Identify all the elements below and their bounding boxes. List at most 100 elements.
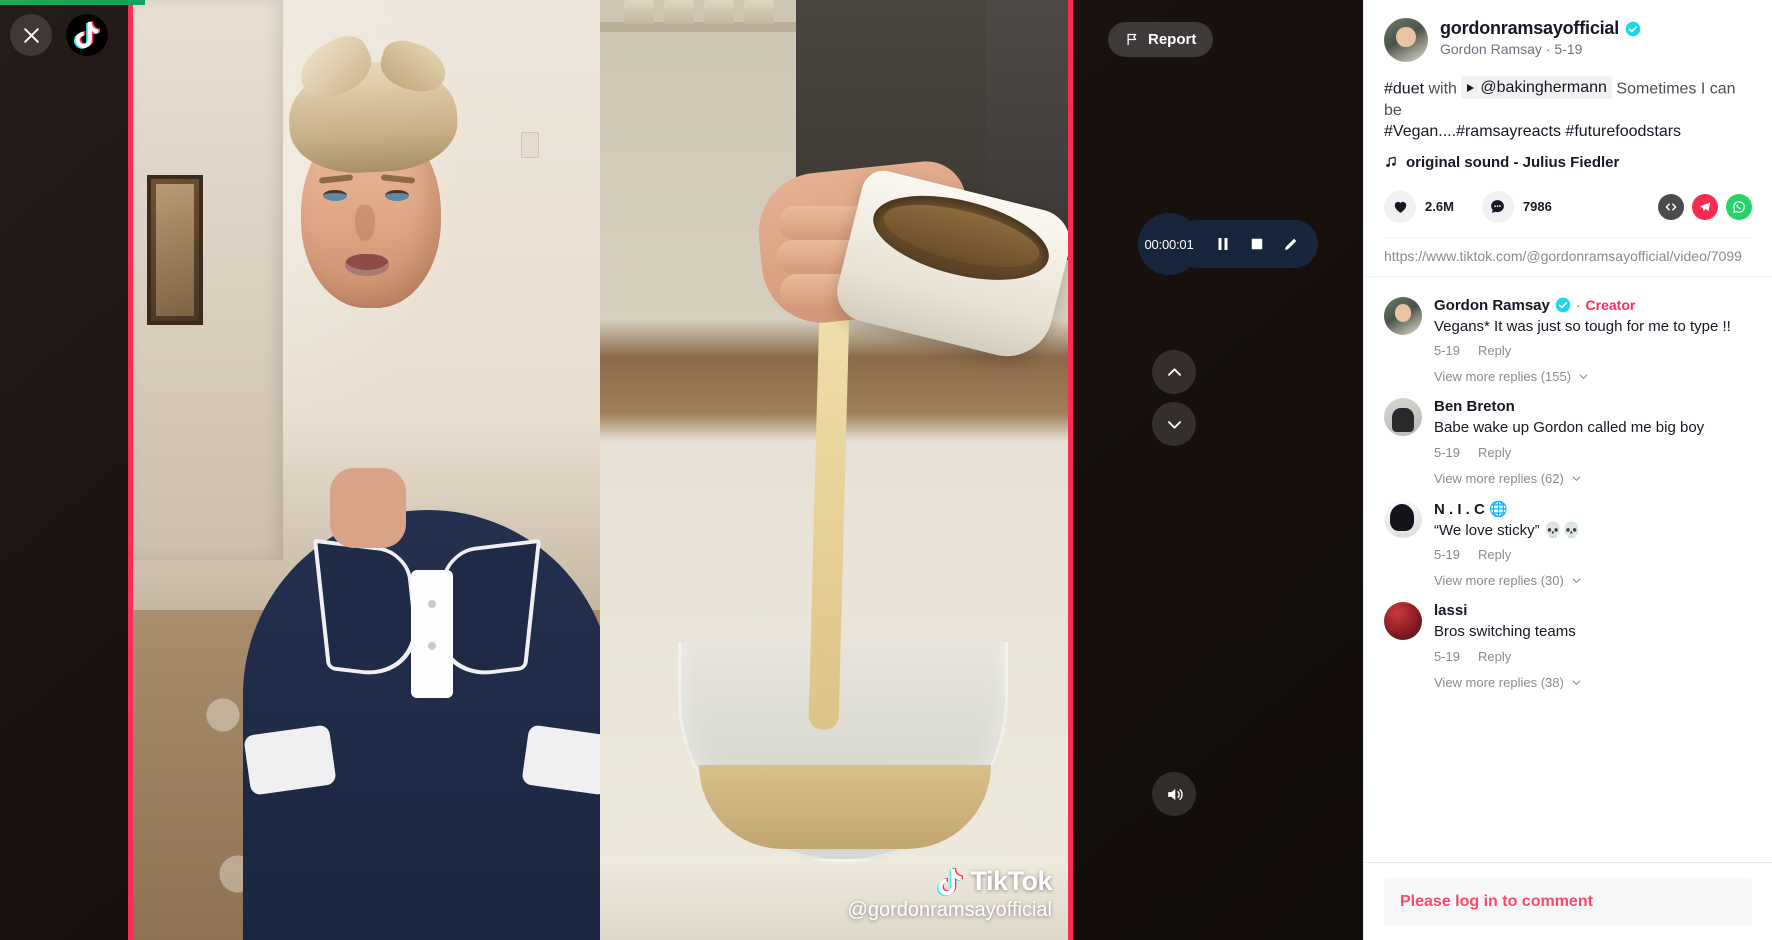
comment-item: Gordon Ramsay · Creator Vegans* It was just…: [1384, 296, 1752, 358]
comment-author-name[interactable]: Gordon Ramsay: [1434, 297, 1550, 314]
report-button[interactable]: Report: [1108, 22, 1214, 57]
comment-author-name[interactable]: N . I . C 🌐: [1434, 500, 1508, 518]
comment-login-bar: Please log in to comment: [1364, 862, 1772, 940]
author-row[interactable]: gordonramsayofficial Gordon Ramsay · 5-1…: [1384, 18, 1752, 62]
comment-avatar[interactable]: [1384, 602, 1422, 641]
speaker-icon: [1167, 788, 1183, 800]
picture-frame: [147, 175, 203, 325]
view-more-replies-label: View more replies (38): [1434, 674, 1564, 690]
eye-right: [385, 190, 409, 201]
comment-date: 5-19: [1434, 444, 1461, 460]
comment-avatar[interactable]: [1384, 398, 1422, 437]
chevron-down-icon: [1572, 578, 1581, 584]
comment-creator-badge: Creator: [1585, 297, 1636, 314]
login-message[interactable]: Please log in to comment: [1400, 893, 1593, 911]
person-neck: [330, 468, 406, 548]
heart-icon: [1394, 202, 1406, 214]
recorder-stop-button[interactable]: [1248, 235, 1266, 253]
recorder-annotate-button[interactable]: [1282, 235, 1300, 253]
caption-mention-label: @bakinghermann: [1480, 79, 1607, 96]
caption-line-2[interactable]: #Vegan....#ramsayreacts #futurefoodstars: [1384, 121, 1752, 142]
shelf-jar: [624, 0, 654, 24]
close-button[interactable]: [10, 14, 52, 56]
embed-share-button[interactable]: [1658, 193, 1684, 220]
wall-outlet: [521, 132, 539, 158]
whatsapp-icon: [1732, 201, 1745, 213]
view-more-replies-button[interactable]: View more replies (38): [1434, 675, 1752, 690]
comment-list: Gordon Ramsay · Creator Vegans* It was just…: [1364, 275, 1772, 862]
pause-icon: [1218, 238, 1228, 250]
previous-video-button[interactable]: [1152, 350, 1196, 394]
video-link-row[interactable]: https://www.tiktok.com/@gordonramsayoffi…: [1384, 236, 1752, 276]
author-username[interactable]: gordonramsayofficial: [1440, 18, 1619, 39]
comment-stat[interactable]: 7986: [1481, 190, 1552, 223]
comment-reply-button[interactable]: Reply: [1478, 547, 1511, 562]
caption-hashtag-duet[interactable]: #duet: [1384, 81, 1424, 98]
comment-author-name[interactable]: Ben Breton: [1434, 398, 1515, 415]
music-title: original sound - Julius Fiedler: [1406, 153, 1620, 171]
verified-badge-icon: [1555, 298, 1571, 313]
person-torso: [243, 510, 600, 940]
recording-timer: 00:00:01: [1138, 213, 1200, 275]
comment-text: Bros switching teams: [1434, 623, 1576, 641]
post-date: 5-19: [1554, 41, 1583, 57]
whatsapp-share-button[interactable]: [1726, 193, 1752, 220]
engagement-stats: 2.6M 7986: [1384, 190, 1752, 237]
view-more-replies-button[interactable]: View more replies (62): [1434, 471, 1752, 486]
view-more-replies-label: View more replies (62): [1434, 470, 1564, 486]
eye-left: [323, 190, 347, 201]
author-separator: ·: [1545, 41, 1551, 57]
view-more-replies-label: View more replies (155): [1434, 369, 1572, 385]
chevron-down-icon: [1579, 374, 1588, 380]
video-player[interactable]: TikTok @gordonramsayofficial: [128, 0, 1073, 940]
comment-reply-button[interactable]: Reply: [1478, 445, 1511, 460]
embed-code-icon: [1665, 203, 1677, 211]
polo-sleeve-left: [243, 724, 337, 796]
login-prompt[interactable]: Please log in to comment: [1384, 877, 1752, 926]
next-video-button[interactable]: [1152, 402, 1196, 446]
view-more-replies-button[interactable]: View more replies (155): [1434, 369, 1752, 384]
comment-reply-button[interactable]: Reply: [1478, 343, 1511, 358]
stop-icon: [1251, 238, 1263, 250]
comment-item: N . I . C 🌐 “We love sticky” 💀💀 5-19 Reply: [1384, 499, 1752, 563]
chevron-down-icon: [1167, 420, 1181, 429]
nose: [355, 205, 375, 241]
video-url: https://www.tiktok.com/@gordonramsayoffi…: [1384, 247, 1742, 264]
author-avatar[interactable]: [1384, 18, 1428, 62]
caption-mention[interactable]: @bakinghermann: [1461, 76, 1612, 100]
author-names: gordonramsayofficial Gordon Ramsay · 5-1…: [1440, 18, 1641, 57]
video-navigation: [1152, 350, 1196, 446]
video-stage: Report TikTok @gordonramsayofficial: [0, 0, 1363, 940]
shelf-jar: [744, 0, 774, 24]
duet-left-pane: [133, 0, 600, 940]
recorder-pause-button[interactable]: [1214, 235, 1232, 253]
top-left-controls: [10, 14, 108, 56]
watermark-brand: TikTok: [970, 866, 1052, 896]
comment-body: Ben Breton Babe wake up Gordon called me …: [1434, 398, 1752, 460]
volume-button[interactable]: [1152, 772, 1196, 816]
comment-icon: [1491, 200, 1505, 214]
telegram-share-button[interactable]: [1692, 193, 1718, 220]
comment-date: 5-19: [1434, 547, 1461, 563]
watermark-username: @gordonramsayofficial: [847, 899, 1052, 921]
tiktok-logo[interactable]: [66, 14, 108, 56]
like-stat[interactable]: 2.6M: [1384, 190, 1454, 223]
comment-name-row: Ben Breton: [1434, 398, 1752, 415]
comment-avatar[interactable]: [1384, 296, 1422, 335]
caption-with-word: with: [1428, 80, 1457, 98]
comment-button[interactable]: [1481, 190, 1514, 223]
polo-placket: [411, 570, 453, 698]
comment-badge-separator: ·: [1575, 297, 1581, 314]
comment-item: lassi Bros switching teams 5-19 Reply: [1384, 602, 1752, 664]
comment-author-name[interactable]: lassi: [1434, 602, 1467, 619]
comment-reply-button[interactable]: Reply: [1478, 649, 1511, 664]
comment-item: Ben Breton Babe wake up Gordon called me …: [1384, 398, 1752, 460]
comment-avatar[interactable]: [1384, 499, 1422, 538]
mouth: [345, 254, 389, 276]
chevron-down-icon: [1572, 680, 1581, 685]
view-more-replies-button[interactable]: View more replies (30): [1434, 573, 1752, 588]
music-row[interactable]: original sound - Julius Fiedler: [1384, 154, 1752, 171]
like-button[interactable]: [1384, 190, 1416, 223]
comment-text: Babe wake up Gordon called me big boy: [1434, 419, 1705, 437]
chevron-down-icon: [1572, 476, 1581, 481]
